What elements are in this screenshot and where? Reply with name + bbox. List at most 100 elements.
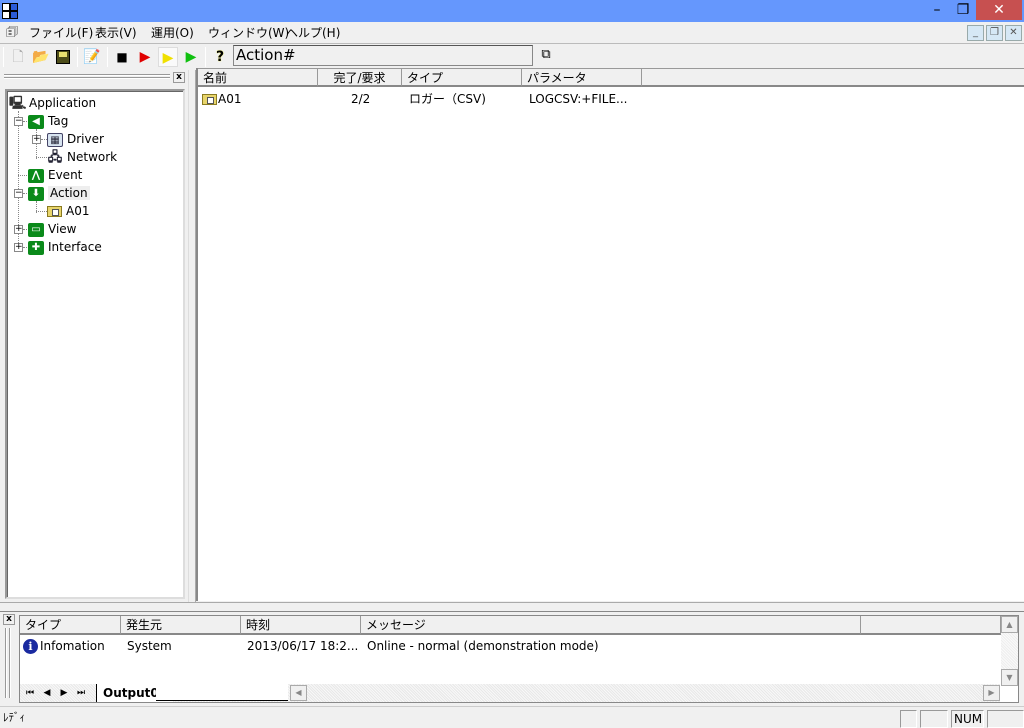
window-close-button[interactable]: ✕ [976,0,1022,20]
tree-node-application[interactable]: 🖳 Application [9,94,96,112]
output-column-type[interactable]: タイプ [20,616,121,635]
toolbar-separator [205,47,206,67]
tree-pane-close-icon[interactable]: x [173,72,185,83]
column-header-progress[interactable]: 完了/要求 [318,68,402,87]
tree-node-label: Application [29,96,97,110]
horizontal-splitter[interactable] [0,602,1024,612]
last-tab-icon[interactable]: ⏭ [73,685,89,701]
output-type-text: Infomation [40,639,105,653]
column-header-empty[interactable] [642,68,1024,87]
next-tab-icon[interactable]: ▶ [56,685,72,701]
tree-node-label: Driver [67,132,104,146]
output-pane-grip[interactable] [5,628,7,698]
tree-node-label: Network [67,150,118,164]
interface-icon: ✚ [28,240,44,255]
collapse-action-toggle[interactable]: − [14,189,23,198]
action-icon: ⬇ [28,186,44,201]
expand-interface-toggle[interactable]: + [14,243,23,252]
tree-node-action[interactable]: ⬇ Action [28,184,90,202]
toolbar-separator [77,47,78,67]
expand-view-toggle[interactable]: + [14,225,23,234]
driver-icon: ▦ [47,132,63,147]
output-row-source: System [127,639,172,653]
help-icon[interactable]: ? [210,47,230,67]
expand-driver-toggle[interactable]: + [32,135,41,144]
mdi-minimize-button[interactable]: _ [967,25,984,41]
menu-operation[interactable]: 運用(O) [151,25,194,41]
tree-node-driver[interactable]: ▦ Driver [47,130,104,148]
column-header-params[interactable]: パラメータ [522,68,642,87]
tree-node-network[interactable]: 🖧 Network [47,148,117,166]
tree-node-event[interactable]: ⋀ Event [28,166,82,184]
folder-icon [47,206,62,217]
run-yellow-icon[interactable]: ▶ [158,47,178,67]
tree-node-a01[interactable]: A01 [47,202,89,220]
save-icon[interactable] [53,47,73,67]
new-icon[interactable]: 🗋 [8,47,28,67]
collapse-tag-toggle[interactable]: − [14,117,23,126]
copy-icon[interactable]: ⧉ [536,45,556,66]
app-icon[interactable] [2,3,18,19]
properties-icon[interactable]: 📝 [82,47,102,67]
mdi-restore-button[interactable]: ❐ [986,25,1003,41]
tab-strip [156,684,288,701]
menu-file[interactable]: ファイル(F) [29,25,93,41]
action-search-input[interactable]: Action# [233,45,533,66]
mdi-close-button[interactable]: ✕ [1005,25,1022,41]
column-header-name[interactable]: 名前 [198,68,318,87]
tree-node-label: A01 [66,204,90,218]
table-row[interactable]: A01 [202,90,241,108]
output-tab-bar: ⏮ ◀ ▶ ⏭ Output01 ◀ ▶ [20,684,1000,702]
computer-icon: 🖳 [9,95,27,111]
tree-node-view[interactable]: ▭ View [28,220,76,238]
column-header-type[interactable]: タイプ [402,68,522,87]
scroll-left-button[interactable]: ◀ [290,685,307,701]
tree-line [36,157,47,158]
first-tab-icon[interactable]: ⏮ [22,685,38,701]
vertical-splitter[interactable] [188,70,196,602]
status-panel [900,710,917,728]
scroll-up-button[interactable]: ▲ [1001,616,1018,633]
open-icon[interactable]: 📂 [31,47,51,67]
title-bar: – ❐ ✕ [0,0,1024,22]
output-vertical-scrollbar[interactable]: ▲ ▼ [1001,616,1018,686]
network-icon: 🖧 [47,149,63,165]
status-bar [0,706,1024,728]
menu-help[interactable]: ヘルプ(H) [286,25,340,41]
toolbar-separator [107,47,108,67]
document-icon[interactable]: 🗊 [6,25,22,41]
output-pane-close-icon[interactable]: x [3,614,15,625]
output-column-message[interactable]: メッセージ [361,616,861,635]
tree-node-label: Event [48,168,83,182]
tree-node-label: Tag [48,114,69,128]
output-row-type[interactable]: i Infomation [23,637,105,655]
folder-icon [202,94,217,105]
scroll-down-button[interactable]: ▼ [1001,669,1018,686]
run-red-icon[interactable]: ▶ [135,47,155,67]
info-icon: i [23,639,38,654]
scroll-right-button[interactable]: ▶ [983,685,1000,701]
window-restore-button[interactable]: ❐ [950,0,976,20]
event-icon: ⋀ [28,168,44,183]
action-list[interactable]: 名前 完了/要求 タイプ パラメータ A01 2/2 ロガー（CSV) LOGC… [196,68,1024,601]
tree-line [36,211,47,212]
tree-node-tag[interactable]: ◀ Tag [28,112,68,130]
run-green-icon[interactable]: ▶ [181,47,201,67]
menu-window[interactable]: ウィンドウ(W) [208,25,289,41]
project-tree[interactable]: 🖳 Application − ◀ Tag + ▦ Driver 🖧 Network ⋀… [5,89,185,599]
menu-bar: 🗊 ファイル(F) 表示(V) 運用(O) ウィンドウ(W) ヘルプ(H) [0,22,1024,43]
output-column-empty[interactable] [861,616,1001,635]
output-pane-grip[interactable] [9,628,11,698]
window-minimize-button[interactable]: – [924,0,950,20]
output-list[interactable]: タイプ 発生元 時刻 メッセージ i Infomation System 2013… [19,615,1019,703]
tree-pane-grip[interactable] [4,72,187,82]
menu-view[interactable]: 表示(V) [95,25,137,41]
prev-tab-icon[interactable]: ◀ [39,685,55,701]
output-column-source[interactable]: 発生元 [121,616,241,635]
status-panel [987,710,1024,728]
stop-icon[interactable]: ■ [112,47,132,67]
tree-node-label: View [48,222,77,236]
output-row-message: Online - normal (demonstration mode) [367,639,599,653]
tree-node-interface[interactable]: ✚ Interface [28,238,102,256]
output-column-time[interactable]: 時刻 [241,616,361,635]
